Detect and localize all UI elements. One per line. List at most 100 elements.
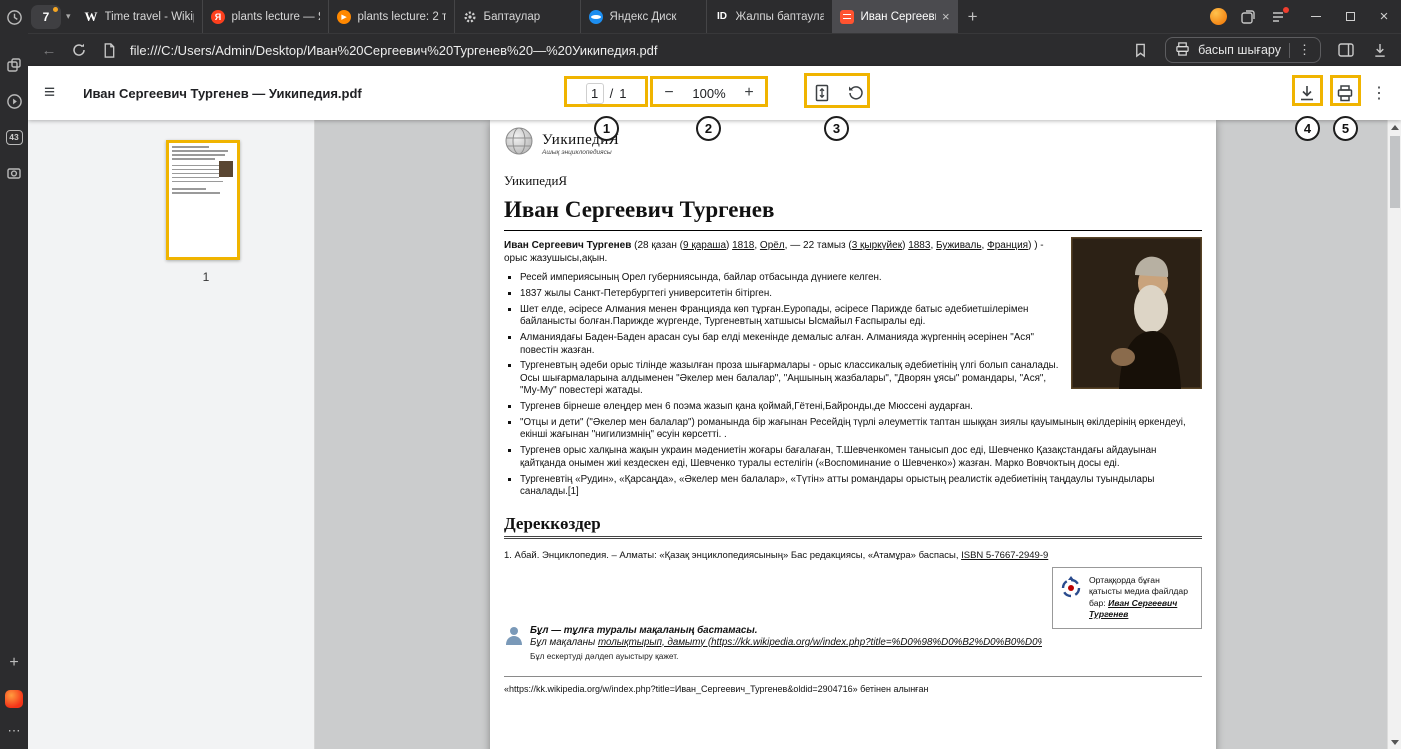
pdf-file-icon <box>840 9 855 24</box>
close-tab-icon[interactable]: × <box>942 9 950 24</box>
notifications-icon[interactable] <box>1269 8 1287 26</box>
tab-counter[interactable]: 7 <box>31 5 61 29</box>
print-button[interactable]: басып шығару ⋮ <box>1165 37 1321 63</box>
rotate-icon[interactable] <box>844 81 868 105</box>
panels-icon[interactable] <box>4 55 24 75</box>
bookmark-flag-icon[interactable] <box>1131 41 1149 59</box>
downloads-icon[interactable] <box>1371 41 1389 59</box>
yandex-icon: Я <box>211 9 226 24</box>
zoom-controls: − 100% + <box>652 84 766 102</box>
pdf-content-area: 1 УикипедиЯ <box>28 120 1401 749</box>
address-bar: ← file:///C:/Users/Admin/Desktop/Иван%20… <box>28 33 1401 66</box>
new-tab-button[interactable]: + <box>958 7 988 27</box>
pdf-document-title: Иван Сергеевич Тургенев — Уикипедия.pdf <box>83 86 362 101</box>
wikipedia-header: УикипедиЯ Ашық энциклопедиясы <box>504 126 1202 161</box>
page-divider: / <box>610 86 614 101</box>
sidebar-more-icon[interactable]: ⋯ <box>4 721 24 741</box>
turgenev-portrait-image <box>1071 237 1202 389</box>
refresh-icon[interactable] <box>70 41 88 59</box>
menu-hamburger-icon[interactable]: ≡ <box>44 82 55 104</box>
tab-turgenev-pdf-active[interactable]: Иван Сергееви × <box>832 0 958 33</box>
page-counter: 1 / 1 <box>566 83 646 104</box>
zoom-in-button[interactable]: + <box>738 84 760 102</box>
tab-strip: 7 ▾ W Time travel - Wikip Я plants lectu… <box>28 0 1401 33</box>
wiki-link[interactable]: 1818 <box>732 240 754 251</box>
print-icon[interactable] <box>1333 81 1357 105</box>
total-pages-label: 1 <box>619 86 626 101</box>
stub-line-2: Бұл мақаланы толықтырып, дамыту (https:/… <box>530 637 1042 649</box>
history-clock-icon[interactable] <box>4 7 24 27</box>
tab-yandex-disk[interactable]: Яндекс Диск <box>580 0 706 33</box>
stub-line-3: Бұл ескертуді дәлдеп ауыстыру қажет. <box>530 650 1042 662</box>
scroll-down-button[interactable] <box>1388 735 1401 749</box>
list-item: "Отцы и дети" ("Әкелер мен балалар") ром… <box>520 417 1202 442</box>
retrieved-from-line: «https://kk.wikipedia.org/w/index.php?ti… <box>504 684 1202 694</box>
tab-label: Иван Сергееви <box>861 11 936 23</box>
reference-item: 1. Абай. Энциклопедия. – Алматы: «Қазақ … <box>504 550 1202 561</box>
screenshot-icon[interactable] <box>4 163 24 183</box>
tab-plants-lecture-search[interactable]: Я plants lecture — Я <box>202 0 328 33</box>
tab-time-travel[interactable]: W Time travel - Wikip <box>76 0 202 33</box>
browser-window: 43 + ⋯ 7 ▾ W Time travel - Wikip Я plant… <box>0 0 1401 749</box>
tab-label: plants lecture — Я <box>232 11 320 23</box>
expand-article-link[interactable]: толықтырып, дамыту <box>598 637 705 648</box>
tab-settings[interactable]: Баптаулар <box>454 0 580 33</box>
more-options-kebab-icon[interactable]: ⋮ <box>1371 83 1387 103</box>
profile-avatar-icon[interactable] <box>1209 8 1227 26</box>
print-options-kebab-icon[interactable]: ⋮ <box>1298 42 1311 58</box>
tab-count-label: 43 <box>6 130 23 145</box>
current-page-input[interactable]: 1 <box>586 83 604 104</box>
tab-yandex-id-settings[interactable]: ID Жалпы баптаулар <box>706 0 832 33</box>
maximize-window-button[interactable] <box>1333 0 1367 33</box>
yandex-id-icon: ID <box>715 9 730 24</box>
pdf-right-controls: ⋮ <box>1295 66 1387 120</box>
vertical-scrollbar[interactable] <box>1387 120 1401 749</box>
list-item: Тургенев бірнеше өлеңдер мен 6 поэма жаз… <box>520 401 1202 413</box>
wiki-link[interactable]: 1883 <box>908 240 930 251</box>
isbn-link[interactable]: ISBN 5-7667-2949-9 <box>961 550 1048 561</box>
document-file-icon <box>100 41 118 59</box>
thumbnail-panel: 1 <box>28 120 315 749</box>
side-panel-icon[interactable] <box>1337 41 1355 59</box>
tab-label: Яндекс Диск <box>610 11 698 23</box>
back-arrow-icon[interactable]: ← <box>40 41 58 59</box>
tab-count-badge[interactable]: 43 <box>4 127 24 147</box>
scrollbar-thumb[interactable] <box>1390 136 1400 208</box>
yandex-browser-logo-icon[interactable] <box>4 689 24 709</box>
tab-groups-icon[interactable] <box>1239 8 1257 26</box>
browser-side-rail: 43 + ⋯ <box>0 0 28 749</box>
zoom-out-button[interactable]: − <box>658 84 680 102</box>
wiki-link[interactable]: Франция <box>987 240 1028 251</box>
print-button-label: басып шығару <box>1198 43 1281 57</box>
scroll-up-button[interactable] <box>1388 120 1401 134</box>
address-bar-right-controls: басып шығару ⋮ <box>1131 37 1389 63</box>
divider <box>1289 43 1290 58</box>
close-window-button[interactable]: × <box>1367 0 1401 33</box>
sidebar-add-icon[interactable]: + <box>4 653 24 673</box>
tab-plants-lecture-video[interactable]: ▶ plants lecture: 2 ть <box>328 0 454 33</box>
download-icon[interactable] <box>1295 81 1319 105</box>
wiki-link[interactable]: Орёл <box>760 240 785 251</box>
pdf-page-1: УикипедиЯ Ашық энциклопедиясы УикипедиЯ … <box>490 120 1216 749</box>
wikipedia-globe-icon <box>504 126 534 161</box>
references-heading: Дереккөздер <box>504 514 1202 539</box>
chevron-down-icon[interactable]: ▾ <box>66 11 71 22</box>
zoom-level-label[interactable]: 100% <box>692 86 725 101</box>
minimize-window-button[interactable] <box>1299 0 1333 33</box>
wiki-link[interactable]: 3 қыркүйек <box>852 240 902 251</box>
page-1-thumbnail[interactable] <box>166 140 240 260</box>
tab-label: plants lecture: 2 ть <box>358 11 446 23</box>
tab-label: Жалпы баптаулар <box>736 11 824 23</box>
pdf-center-controls: 1 / 1 − 100% + <box>566 66 868 120</box>
wiki-link[interactable]: 9 қараша <box>683 240 726 251</box>
wikipedia-icon: W <box>84 9 99 24</box>
printer-icon <box>1175 42 1190 59</box>
edit-url-link[interactable]: (https://kk.wikipedia.org/w/index.php?ti… <box>705 637 1042 648</box>
play-video-icon: ▶ <box>337 9 352 24</box>
video-play-icon[interactable] <box>4 91 24 111</box>
url-field[interactable]: file:///C:/Users/Admin/Desktop/Иван%20Се… <box>130 43 658 58</box>
wiki-link[interactable]: Буживаль <box>936 240 982 251</box>
wikipedia-tagline: Ашық энциклопедиясы <box>542 149 619 156</box>
gear-icon <box>463 9 478 24</box>
fit-to-page-icon[interactable] <box>810 81 834 105</box>
